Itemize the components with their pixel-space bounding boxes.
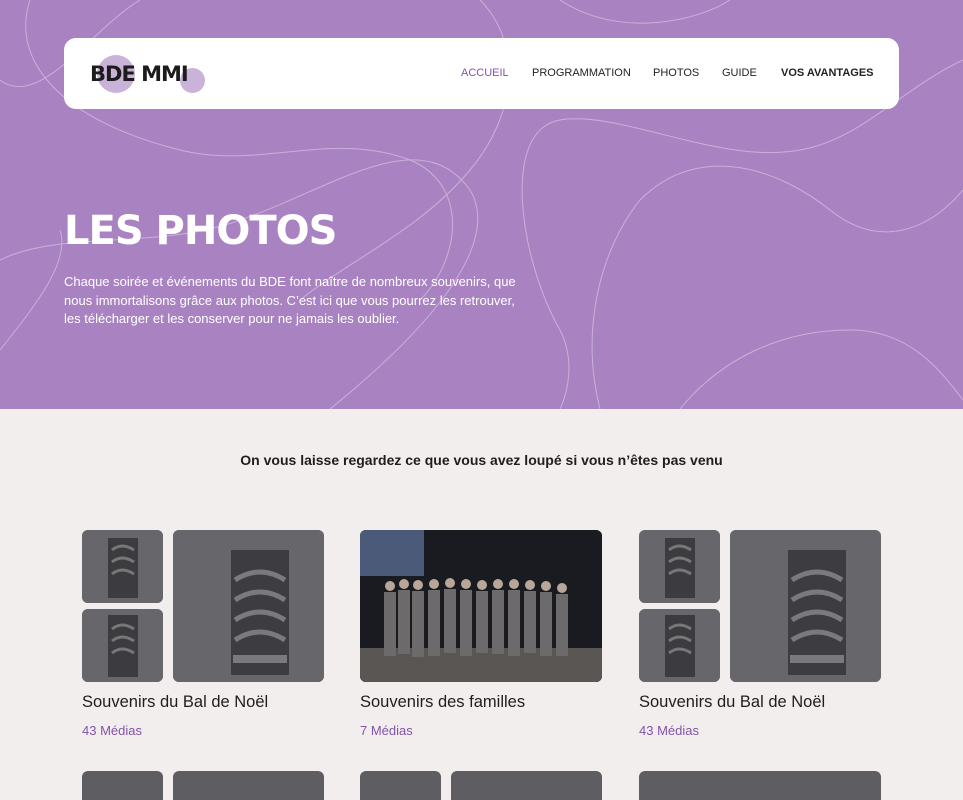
thumbnail-image xyxy=(639,530,720,603)
thumbnail-image xyxy=(82,771,163,800)
hero-banner: BDE MMI ACCUEIL PROGRAMMATION PHOTOS GUI… xyxy=(0,0,963,409)
album-thumbnails[interactable] xyxy=(82,530,324,682)
album-media-count: 43 Médias xyxy=(639,723,699,738)
top-navbar: BDE MMI ACCUEIL PROGRAMMATION PHOTOS GUI… xyxy=(64,38,899,109)
album-media-count: 7 Médias xyxy=(360,723,413,738)
thumbnail-image xyxy=(360,771,441,800)
thumbnail-image-large xyxy=(173,771,324,800)
thumbnail-image xyxy=(639,771,881,800)
thumbnail-image-group-photo xyxy=(360,530,602,682)
album-title[interactable]: Souvenirs du Bal de Noël xyxy=(82,693,268,712)
logo-text: BDE MMI xyxy=(90,62,189,86)
album-title[interactable]: Souvenirs du Bal de Noël xyxy=(639,693,825,712)
nav-item-photos[interactable]: PHOTOS xyxy=(653,67,699,79)
album-media-count: 43 Médias xyxy=(82,723,142,738)
album-card[interactable]: Souvenirs du Bal de Noël 43 Médias xyxy=(639,530,881,738)
nav-item-programmation[interactable]: PROGRAMMATION xyxy=(532,67,631,79)
gallery-subtitle: On vous laisse regardez ce que vous avez… xyxy=(240,452,723,468)
logo[interactable]: BDE MMI xyxy=(90,52,220,96)
thumbnail-image xyxy=(639,609,720,682)
nav-item-accueil[interactable]: ACCUEIL xyxy=(461,67,509,79)
nav-item-vos-avantages[interactable]: VOS AVANTAGES xyxy=(781,67,874,79)
hero-description: Chaque soirée et événements du BDE font … xyxy=(64,274,516,326)
thumbnail-image-large xyxy=(451,771,602,800)
page-title: LES PHOTOS xyxy=(64,208,337,254)
nav-item-guide[interactable]: GUIDE xyxy=(722,67,757,79)
thumbnail-image-large xyxy=(173,530,324,682)
album-title[interactable]: Souvenirs des familles xyxy=(360,693,525,712)
album-thumbnails[interactable] xyxy=(360,530,602,682)
album-card[interactable]: Souvenirs des familles 7 Médias xyxy=(360,530,602,738)
album-thumbnails[interactable] xyxy=(639,530,881,682)
album-card[interactable]: Souvenirs du Bal de Noël 43 Médias xyxy=(82,530,324,738)
thumbnail-image xyxy=(82,530,163,603)
thumbnail-image-large xyxy=(730,530,881,682)
thumbnail-image xyxy=(82,609,163,682)
